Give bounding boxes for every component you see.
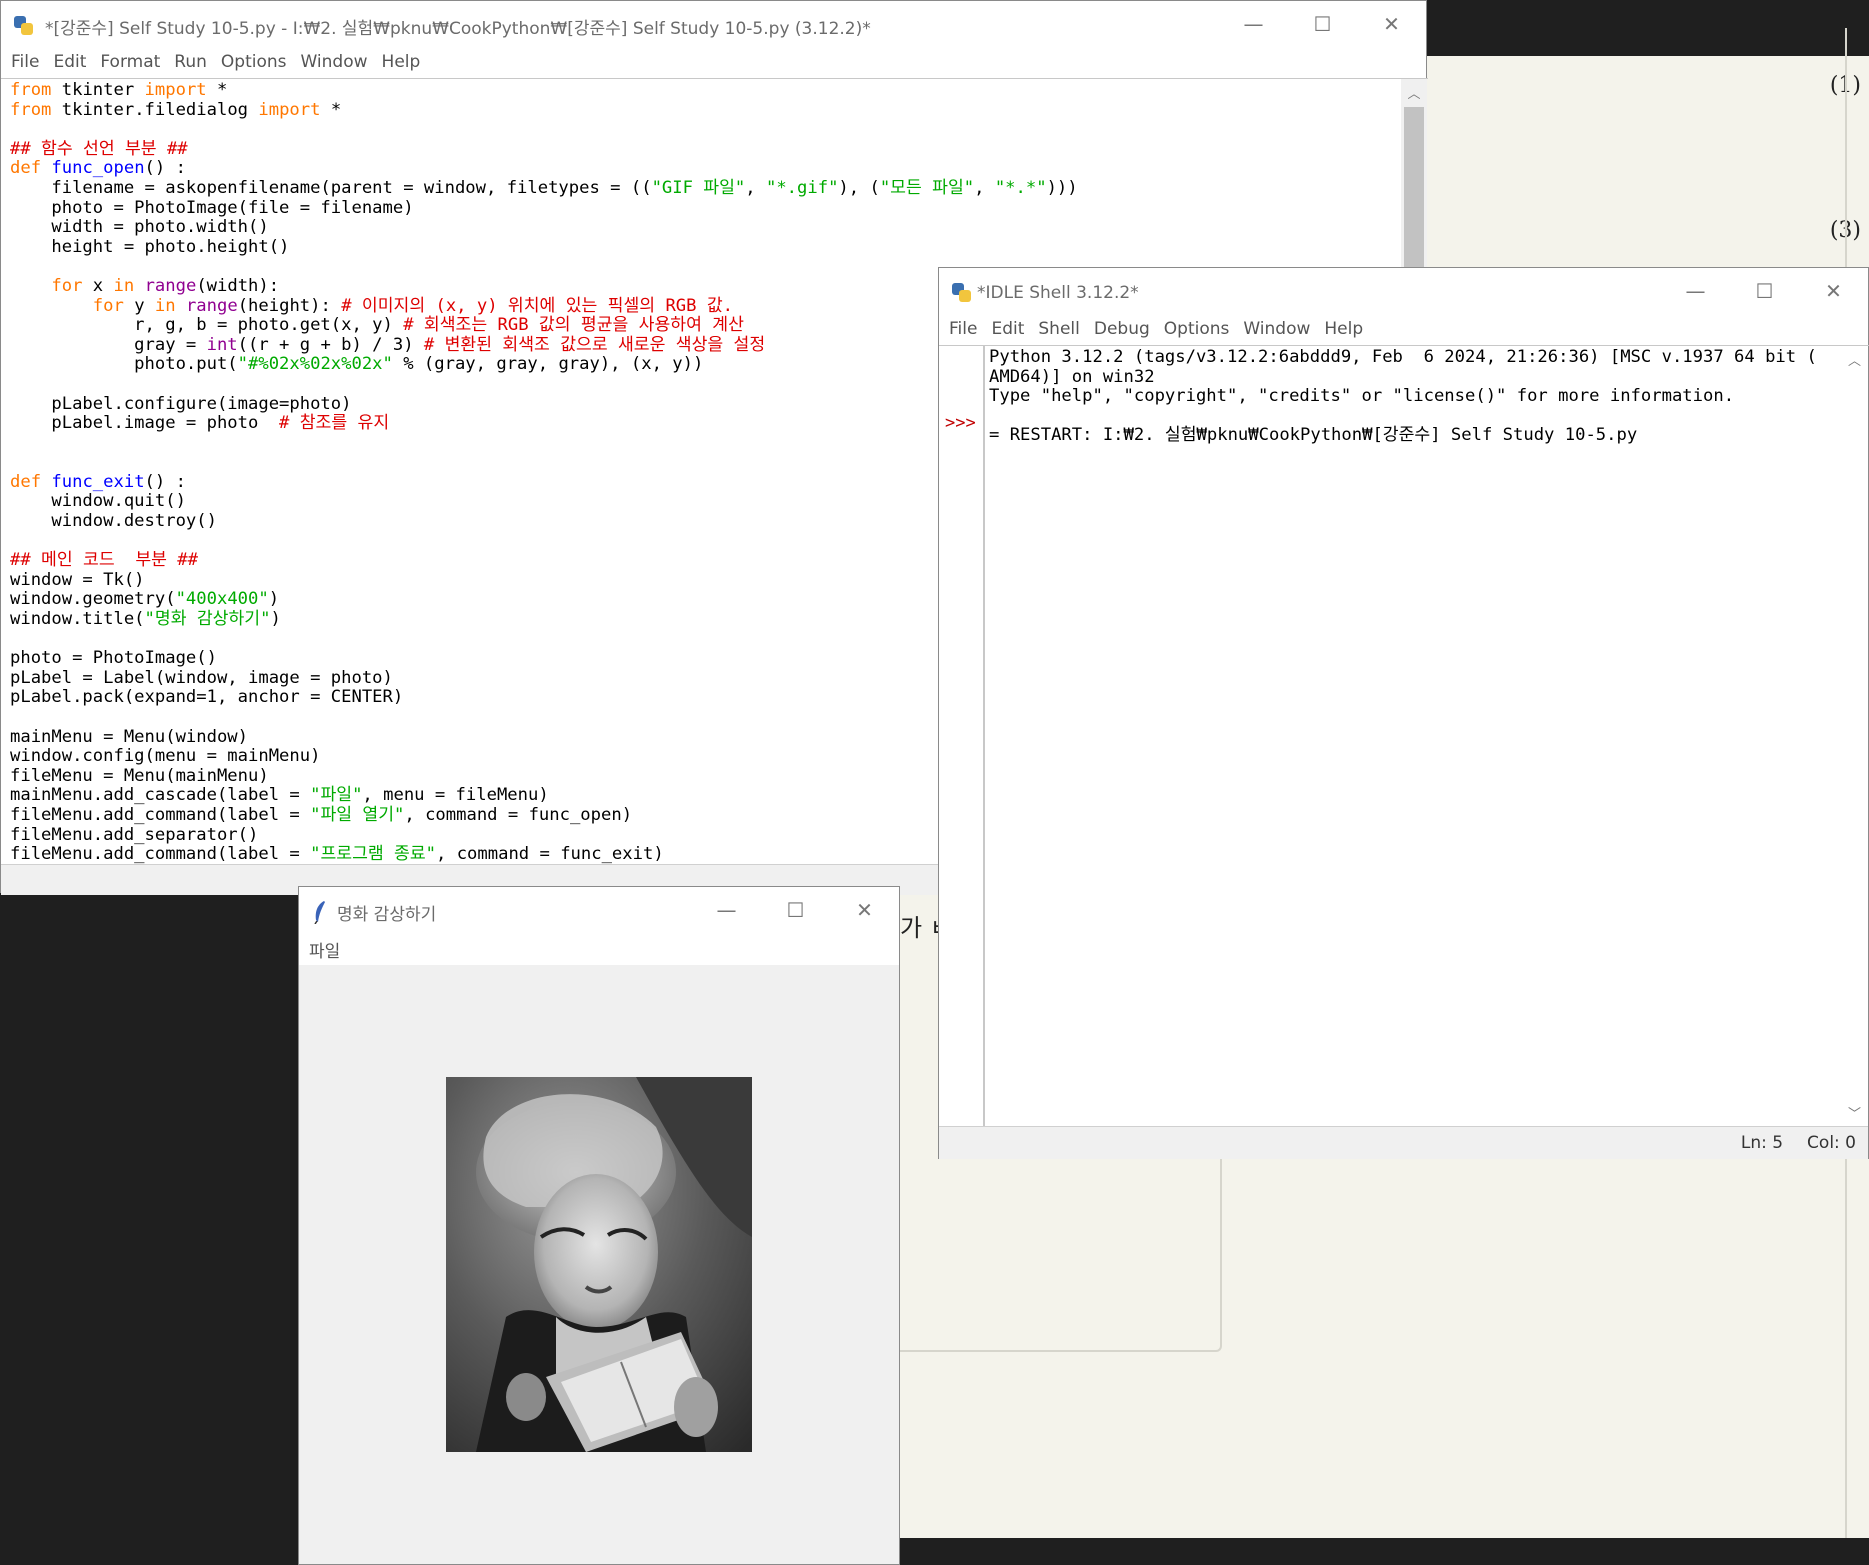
feather-icon — [313, 900, 327, 925]
shell-scrollbar[interactable]: ︿ ﹀ — [1841, 346, 1868, 1126]
tk-menu-file[interactable]: 파일 — [309, 937, 340, 962]
shell-menu-options[interactable]: Options — [1164, 319, 1230, 339]
editor-titlebar[interactable]: *[강준수] Self Study 10-5.py - I:₩2. 실험₩pkn… — [1, 1, 1426, 51]
shell-menu-edit[interactable]: Edit — [991, 319, 1024, 339]
menu-file[interactable]: File — [11, 52, 39, 72]
shell-statusbar: Ln: 5 Col: 0 — [939, 1126, 1868, 1159]
shell-maximize-button[interactable]: ☐ — [1730, 268, 1799, 314]
code-text: from tkinter import * from tkinter.filed… — [10, 80, 1078, 864]
shell-menu-window[interactable]: Window — [1243, 319, 1310, 339]
shell-title: *IDLE Shell 3.12.2* — [977, 283, 1139, 303]
shell-gutter: >>> — [939, 346, 985, 1126]
status-line: Ln: 5 — [1740, 1133, 1784, 1153]
shell-prompt: >>> — [945, 413, 976, 433]
close-button[interactable]: ✕ — [1357, 1, 1426, 47]
shell-minimize-button[interactable]: — — [1661, 268, 1730, 314]
menu-options[interactable]: Options — [221, 52, 287, 72]
shell-menu-file[interactable]: File — [949, 319, 977, 339]
status-col: Col: 0 — [1807, 1133, 1856, 1153]
tk-title: 명화 감상하기 — [337, 904, 437, 925]
grayscale-painting — [446, 1077, 752, 1452]
shell-menu-debug[interactable]: Debug — [1094, 319, 1150, 339]
tk-window: 명화 감상하기 — ☐ ✕ 파일 — [298, 886, 900, 1565]
shell-close-button[interactable]: ✕ — [1799, 268, 1868, 314]
taskbar-strip — [1420, 1538, 1869, 1565]
shell-menubar: File Edit Shell Debug Options Window Hel… — [939, 314, 1868, 344]
scroll-up-icon[interactable]: ︿ — [1841, 350, 1868, 369]
menu-help[interactable]: Help — [382, 52, 421, 72]
scroll-up-icon[interactable]: ︿ — [1401, 83, 1427, 102]
tk-minimize-button[interactable]: — — [692, 887, 761, 933]
menu-format[interactable]: Format — [100, 52, 160, 72]
editor-menubar: File Edit Format Run Options Window Help — [1, 47, 1426, 77]
shell-output-text: Python 3.12.2 (tags/v3.12.2:6abddd9, Feb… — [989, 347, 1817, 446]
shell-output-area[interactable]: Python 3.12.2 (tags/v3.12.2:6abddd9, Feb… — [985, 346, 1840, 1126]
minimize-button[interactable]: — — [1219, 1, 1288, 47]
tk-menubar: 파일 — [299, 933, 899, 965]
shell-menu-shell[interactable]: Shell — [1038, 319, 1079, 339]
maximize-button[interactable]: ☐ — [1288, 1, 1357, 47]
tk-maximize-button[interactable]: ☐ — [761, 887, 830, 933]
shell-menu-help[interactable]: Help — [1324, 319, 1363, 339]
menu-run[interactable]: Run — [174, 52, 207, 72]
python-icon — [951, 282, 973, 304]
editor-title: *[강준수] Self Study 10-5.py - I:₩2. 실험₩pkn… — [45, 18, 871, 39]
menu-edit[interactable]: Edit — [53, 52, 86, 72]
shell-window: *IDLE Shell 3.12.2* — ☐ ✕ File Edit Shel… — [938, 267, 1869, 1159]
tk-close-button[interactable]: ✕ — [830, 887, 899, 933]
scroll-down-icon[interactable]: ﹀ — [1841, 1103, 1868, 1122]
menu-window[interactable]: Window — [301, 52, 368, 72]
python-icon — [13, 15, 35, 37]
